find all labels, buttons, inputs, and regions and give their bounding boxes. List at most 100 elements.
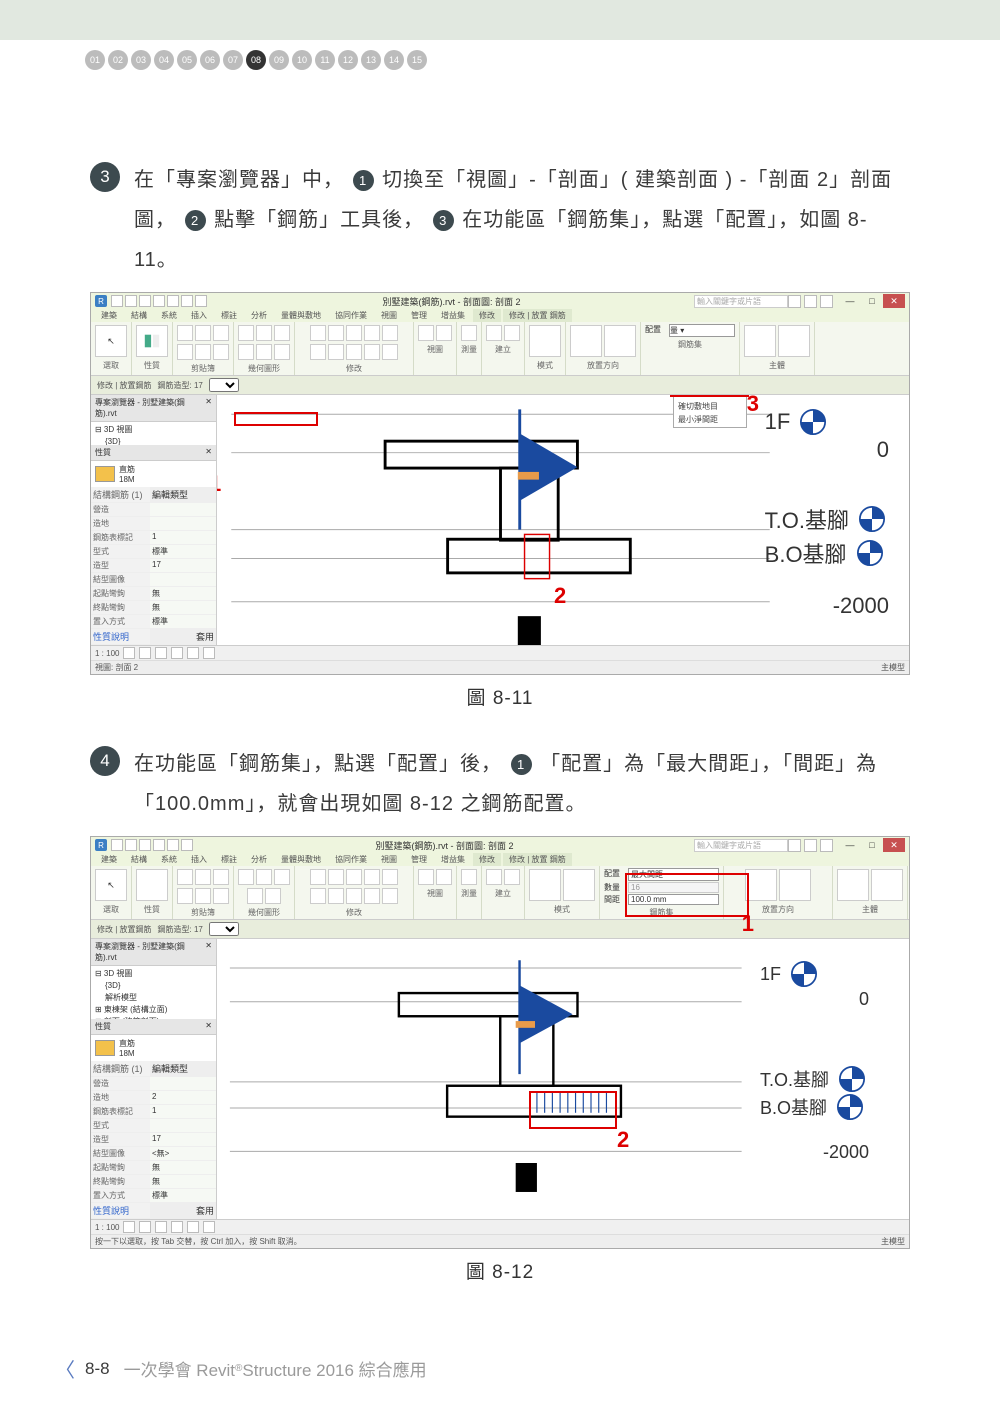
- i[interactable]: [328, 869, 344, 885]
- i[interactable]: [265, 888, 281, 904]
- i[interactable]: [563, 869, 595, 901]
- tab-annot[interactable]: 標註: [215, 309, 243, 322]
- tab-mass[interactable]: 量體與敷地: [275, 309, 327, 322]
- qat-icon[interactable]: [181, 295, 193, 307]
- close-icon[interactable]: ✕: [205, 397, 212, 419]
- i[interactable]: [247, 888, 263, 904]
- align-icon[interactable]: [310, 344, 326, 360]
- apply-button[interactable]: 套用: [150, 629, 216, 644]
- qat-icon[interactable]: [139, 839, 151, 851]
- rebar-icon[interactable]: [744, 325, 776, 357]
- t[interactable]: 標註: [215, 853, 243, 866]
- edit-type-button[interactable]: 編輯類型: [150, 487, 216, 502]
- i[interactable]: [346, 869, 362, 885]
- move-icon[interactable]: [310, 325, 326, 341]
- i[interactable]: [177, 344, 193, 360]
- i[interactable]: [195, 344, 211, 360]
- scale-icon[interactable]: [382, 344, 398, 360]
- i[interactable]: [171, 1221, 183, 1233]
- i[interactable]: [436, 869, 452, 885]
- i[interactable]: [310, 869, 326, 885]
- tab-analyze[interactable]: 分析: [245, 309, 273, 322]
- scale-indicator[interactable]: 1 : 100: [95, 649, 119, 658]
- drawing-canvas[interactable]: 2 1F 0 T.O.基腳 B.O基腳 -2000: [217, 939, 909, 1219]
- paste-icon[interactable]: [213, 325, 229, 341]
- i[interactable]: [177, 888, 193, 904]
- tab-addin[interactable]: 增益集: [435, 309, 471, 322]
- qat-icon[interactable]: [181, 839, 193, 851]
- minimize-button[interactable]: —: [839, 838, 861, 852]
- i[interactable]: [486, 869, 502, 885]
- t[interactable]: 協同作業: [329, 853, 373, 866]
- i[interactable]: [195, 869, 211, 885]
- i[interactable]: [195, 888, 211, 904]
- qat-icon[interactable]: [153, 839, 165, 851]
- visual-style-icon[interactable]: [139, 647, 151, 659]
- i[interactable]: [436, 325, 452, 341]
- apply-button[interactable]: 套用: [150, 1203, 216, 1218]
- maximize-button[interactable]: □: [861, 294, 883, 308]
- tab-rebar[interactable]: 修改 | 放置 鋼筋: [503, 309, 572, 322]
- dd-item[interactable]: 最小淨間距: [675, 413, 745, 426]
- copy2-icon[interactable]: [328, 325, 344, 341]
- i[interactable]: [461, 869, 477, 885]
- qat-undo-icon[interactable]: [139, 295, 151, 307]
- help-icon[interactable]: [820, 839, 833, 852]
- i[interactable]: [364, 888, 380, 904]
- qat-icon[interactable]: [167, 295, 179, 307]
- t[interactable]: 分析: [245, 853, 273, 866]
- properties-grid[interactable]: 營造 造地 鋼筋表標記1 型式標準 造型17 結型圖像 起點彎鉤無 終點彎鉤無 …: [91, 503, 216, 629]
- i[interactable]: [238, 344, 254, 360]
- cut-geo-icon[interactable]: [256, 325, 272, 341]
- offset-icon[interactable]: [328, 344, 344, 360]
- i[interactable]: [274, 344, 290, 360]
- project-browser-tree[interactable]: ⊟ 3D 視圖 {3D} 解析模型 ⊞ 東棟架 (結構立面) ⊟ 剖面 (建築剖…: [91, 422, 216, 445]
- i[interactable]: [418, 325, 434, 341]
- i[interactable]: [346, 888, 362, 904]
- rotate-icon[interactable]: [346, 325, 362, 341]
- i[interactable]: [213, 869, 229, 885]
- t[interactable]: 插入: [185, 853, 213, 866]
- i[interactable]: [837, 869, 869, 901]
- star-icon[interactable]: [804, 839, 817, 852]
- search-box[interactable]: 輸入關鍵字或片語: [694, 295, 788, 308]
- tab-manage[interactable]: 管理: [405, 309, 433, 322]
- shadows-icon[interactable]: [171, 647, 183, 659]
- i[interactable]: [486, 325, 502, 341]
- t[interactable]: 結構: [125, 853, 153, 866]
- layout-dropdown[interactable]: 量 ▾: [669, 324, 735, 337]
- t[interactable]: 建築: [95, 853, 123, 866]
- i[interactable]: [203, 1221, 215, 1233]
- maximize-button[interactable]: □: [861, 838, 883, 852]
- i[interactable]: [256, 344, 272, 360]
- close-icon[interactable]: ✕: [205, 941, 212, 963]
- copy-icon[interactable]: [195, 325, 211, 341]
- prop-help-link[interactable]: 性質說明: [91, 1203, 150, 1218]
- edit-type-button[interactable]: 編輯類型: [150, 1061, 216, 1076]
- i[interactable]: [779, 869, 811, 901]
- i[interactable]: [213, 888, 229, 904]
- search-box[interactable]: 輸入關鍵字或片語: [694, 839, 788, 852]
- i[interactable]: [155, 1221, 167, 1233]
- cursor-icon[interactable]: ↖: [95, 325, 127, 357]
- main-model[interactable]: 主模型: [881, 1236, 905, 1247]
- user-icon[interactable]: [788, 295, 801, 308]
- i[interactable]: [418, 869, 434, 885]
- shape-select[interactable]: [209, 922, 239, 936]
- cut-icon[interactable]: [177, 325, 193, 341]
- i[interactable]: [256, 869, 272, 885]
- i[interactable]: [187, 1221, 199, 1233]
- i[interactable]: [238, 869, 254, 885]
- properties-icon[interactable]: [136, 325, 168, 357]
- dd-item[interactable]: 確切敷地目: [675, 400, 745, 413]
- placement-icon2[interactable]: [604, 325, 636, 357]
- qat-icon[interactable]: [111, 839, 123, 851]
- i[interactable]: [364, 869, 380, 885]
- i[interactable]: [139, 1221, 151, 1233]
- tab-arch[interactable]: 建築: [95, 309, 123, 322]
- qat-redo-icon[interactable]: [153, 295, 165, 307]
- sun-path-icon[interactable]: [155, 647, 167, 659]
- tab-insert[interactable]: 插入: [185, 309, 213, 322]
- i[interactable]: [504, 325, 520, 341]
- rebar-icon2[interactable]: [778, 325, 810, 357]
